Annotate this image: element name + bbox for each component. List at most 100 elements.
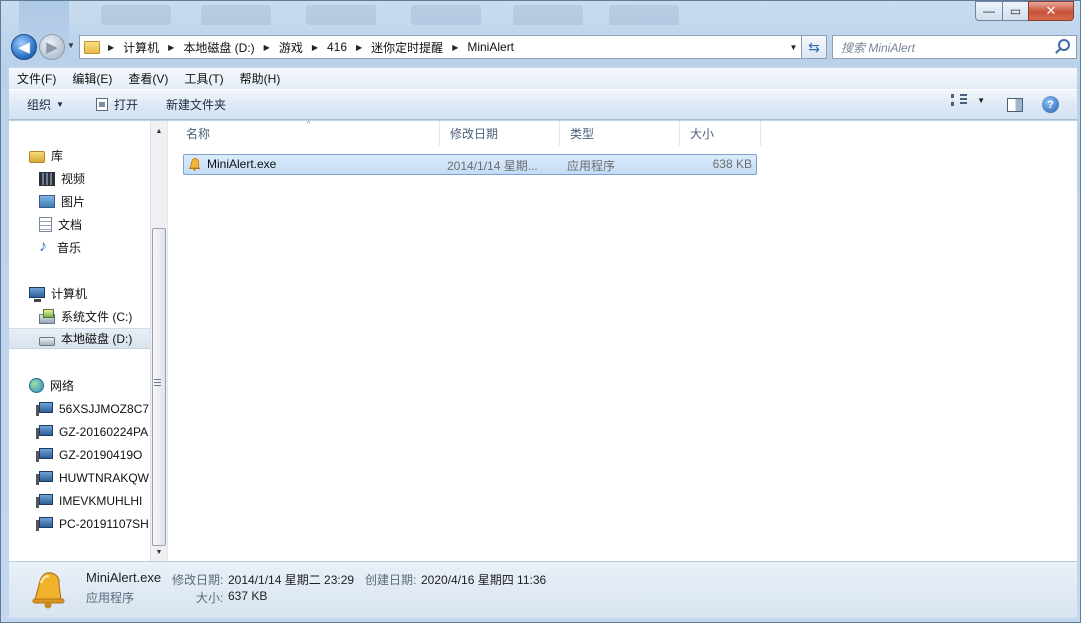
minimize-button[interactable]: — <box>975 1 1002 21</box>
forward-button[interactable]: ▶ <box>39 34 65 60</box>
nav-item-label: PC-20191107SH <box>59 516 149 531</box>
nav-library[interactable]: 库 <box>9 145 63 166</box>
nav-library-music[interactable]: 音乐 <box>9 237 81 258</box>
breadcrumb-separator[interactable]: ▶ <box>264 43 270 52</box>
explorer-window: — ▭ ✕ ◀ ▶ ▼ ▶ 计算机 ▶ 本地磁盘 (D:) ▶ 游戏 ▶ 416 ▶ 迷… <box>0 0 1081 623</box>
nav-item-label: 视频 <box>61 172 86 186</box>
search-placeholder: 搜索 MiniAlert <box>841 40 916 55</box>
column-header-type[interactable]: 类型 <box>560 121 680 146</box>
nav-item-label: HUWTNRAKQW <box>59 470 149 485</box>
nav-network-label: 网络 <box>50 379 75 393</box>
nav-library-documents[interactable]: 文档 <box>9 214 82 235</box>
computer-icon <box>29 287 45 302</box>
nav-network-pc[interactable]: 56XSJJMOZ8C7 <box>9 398 149 419</box>
file-modified: 2014/1/14 星期... <box>447 159 538 173</box>
details-pane: MiniAlert.exe 修改日期: 2014/1/14 星期二 23:29 … <box>9 561 1077 618</box>
nav-item-label: GZ-20190419O <box>59 447 143 462</box>
breadcrumb-separator[interactable]: ▶ <box>108 43 114 52</box>
nav-computer-label: 计算机 <box>51 287 88 301</box>
nav-item-label: GZ-20160224PA <box>59 424 149 439</box>
search-icon[interactable] <box>1058 39 1070 51</box>
music-icon <box>39 238 51 256</box>
back-button[interactable]: ◀ <box>11 34 37 60</box>
picture-icon <box>39 195 55 208</box>
nav-computer[interactable]: 计算机 <box>9 283 87 304</box>
menu-file[interactable]: 文件(F) <box>9 70 64 87</box>
refresh-button[interactable]: ⇆ <box>801 35 827 59</box>
breadcrumb-item[interactable]: 游戏 <box>279 39 303 56</box>
chevron-down-icon: ▼ <box>977 95 985 105</box>
menu-edit[interactable]: 编辑(E) <box>64 70 120 87</box>
scroll-up-button[interactable]: ▲ <box>151 123 167 140</box>
breadcrumb-separator[interactable]: ▶ <box>356 43 362 52</box>
nav-drive-d[interactable]: 本地磁盘 (D:) <box>9 328 150 349</box>
network-computer-icon <box>36 402 53 416</box>
nav-network[interactable]: 网络 <box>9 375 74 396</box>
network-computer-icon <box>36 494 53 508</box>
menu-tools[interactable]: 工具(T) <box>176 70 231 87</box>
scroll-down-button[interactable]: ▼ <box>151 544 167 561</box>
navigation-pane: 库 视频 图片 文档 音乐 计算机 系统文件 (C:) 本地磁盘 (D:) <box>9 121 150 561</box>
details-view-icon <box>951 94 968 106</box>
menu-help[interactable]: 帮助(H) <box>232 70 289 87</box>
recent-pages-dropdown[interactable]: ▼ <box>67 41 75 50</box>
preview-pane-button[interactable] <box>1007 98 1023 112</box>
file-size: 638 KB <box>712 157 752 171</box>
nav-item-label: 系统文件 (C:) <box>61 310 133 324</box>
nav-item-label: IMEVKMUHLHI <box>59 493 143 508</box>
close-button[interactable]: ✕ <box>1028 1 1074 21</box>
menu-view[interactable]: 查看(V) <box>120 70 176 87</box>
nav-library-label: 库 <box>51 149 64 163</box>
nav-item-label: 音乐 <box>57 241 82 255</box>
breadcrumb-item[interactable]: 计算机 <box>123 39 159 56</box>
breadcrumb-separator[interactable]: ▶ <box>168 43 174 52</box>
nav-drive-c[interactable]: 系统文件 (C:) <box>9 306 132 327</box>
details-type: 应用程序 <box>86 591 135 605</box>
file-row-selected[interactable]: MiniAlert.exe 2014/1/14 星期... 应用程序 638 K… <box>183 154 757 175</box>
details-created-value: 2020/4/16 星期四 11:36 <box>421 573 547 587</box>
column-header-size[interactable]: 大小 <box>680 121 761 146</box>
nav-item-label: 文档 <box>58 218 83 232</box>
change-view-button[interactable]: ▼ <box>951 94 985 106</box>
breadcrumb-separator[interactable]: ▶ <box>452 43 458 52</box>
bell-icon <box>32 572 65 609</box>
command-bar: 组织 ▼ 打开 新建文件夹 ▼ ? <box>9 89 1077 120</box>
scroll-thumb[interactable] <box>152 228 166 546</box>
column-label: 大小 <box>690 127 715 141</box>
organize-button[interactable]: 组织 ▼ <box>17 93 74 117</box>
breadcrumb-separator[interactable]: ▶ <box>312 43 318 52</box>
column-header-modified[interactable]: 修改日期 <box>440 121 560 146</box>
network-icon <box>29 378 44 393</box>
nav-network-pc[interactable]: GZ-20190419O <box>9 444 142 465</box>
help-button[interactable]: ? <box>1042 96 1059 113</box>
column-label: 修改日期 <box>450 127 499 141</box>
nav-network-pc[interactable]: HUWTNRAKQW <box>9 467 149 488</box>
new-folder-label: 新建文件夹 <box>165 98 226 112</box>
maximize-button[interactable]: ▭ <box>1002 1 1028 21</box>
drive-icon <box>39 336 55 346</box>
bell-icon <box>189 158 200 171</box>
nav-network-pc[interactable]: IMEVKMUHLHI <box>9 490 142 511</box>
open-button[interactable]: 打开 <box>86 93 148 117</box>
organize-label: 组织 <box>27 98 52 112</box>
breadcrumb-item[interactable]: 迷你定时提醒 <box>371 39 443 56</box>
background-ghost <box>1 1 1081 59</box>
network-computer-icon <box>36 517 53 531</box>
navigation-scrollbar[interactable]: ▲ ▼ <box>150 121 167 561</box>
network-computer-icon <box>36 471 53 485</box>
breadcrumb-item-current[interactable]: MiniAlert <box>467 40 514 54</box>
column-header-name[interactable]: 名称 <box>176 121 440 146</box>
nav-library-videos[interactable]: 视频 <box>9 168 85 189</box>
breadcrumb-item[interactable]: 本地磁盘 (D:) <box>183 39 254 56</box>
details-file-name: MiniAlert.exe <box>86 570 162 585</box>
search-input[interactable]: 搜索 MiniAlert <box>832 35 1077 59</box>
address-bar[interactable]: ▶ 计算机 ▶ 本地磁盘 (D:) ▶ 游戏 ▶ 416 ▶ 迷你定时提醒 ▶ MiniA… <box>79 35 797 59</box>
breadcrumb-item[interactable]: 416 <box>327 40 347 54</box>
details-size-value: 637 KB <box>228 589 268 603</box>
new-folder-button[interactable]: 新建文件夹 <box>156 93 236 117</box>
caption-buttons: — ▭ ✕ <box>975 1 1074 21</box>
nav-network-pc[interactable]: GZ-20160224PA <box>9 421 148 442</box>
network-computer-icon <box>36 448 53 462</box>
nav-network-pc[interactable]: PC-20191107SH <box>9 513 149 534</box>
nav-library-pictures[interactable]: 图片 <box>9 191 85 212</box>
